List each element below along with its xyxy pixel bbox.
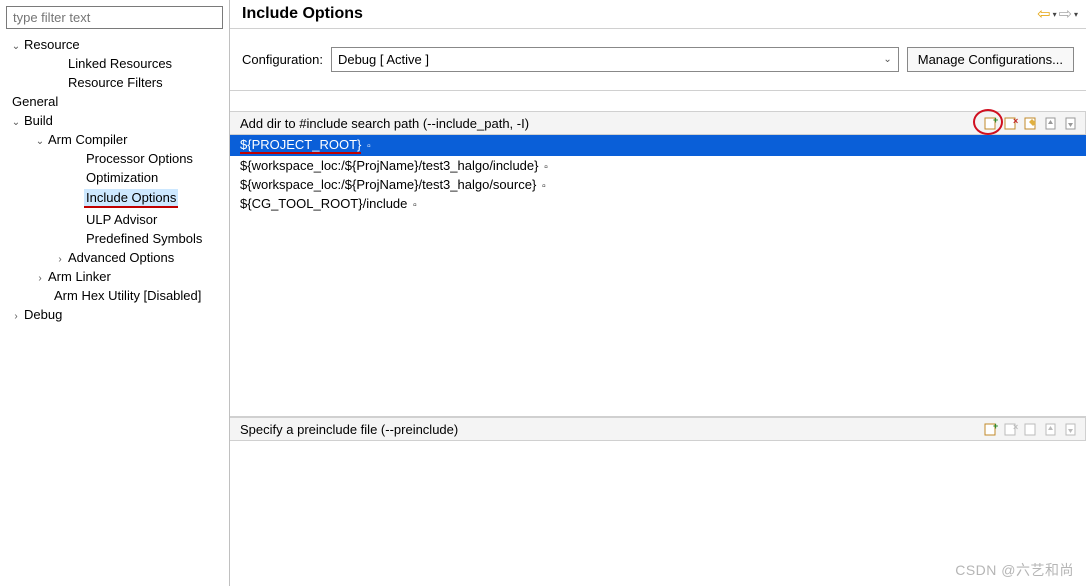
ellipsis-icon: ▫ [361,141,370,152]
delete-icon[interactable]: × [1003,421,1019,437]
tree-item-label: Resource [22,36,82,53]
filter-input[interactable] [6,6,223,29]
chevron-icon[interactable]: › [34,273,46,284]
add-icon[interactable]: + [983,115,999,131]
tree-item-arm-hex-utility-disabled[interactable]: Arm Hex Utility [Disabled] [4,286,229,305]
tree-item-arm-compiler[interactable]: ⌄Arm Compiler [4,130,229,149]
chevron-icon[interactable]: › [10,311,22,322]
tree-item-debug[interactable]: ›Debug [4,305,229,324]
ellipsis-icon: ▫ [538,162,547,173]
tree-item-label: Include Options [84,189,178,208]
tree-item-label: General [10,93,60,110]
chevron-icon[interactable]: ⌄ [10,41,22,52]
back-icon[interactable]: ⇦ [1037,4,1050,24]
list-item[interactable]: ${CG_TOOL_ROOT}/include ▫ [230,194,1086,213]
include-path-section: Add dir to #include search path (--inclu… [230,111,1086,410]
tree-item-label: Arm Compiler [46,131,129,148]
add-icon[interactable]: + [983,421,999,437]
config-value: Debug [ Active ] [338,52,429,67]
forward-menu-icon[interactable]: ▾ [1074,10,1078,19]
tree-item-predefined-symbols[interactable]: Predefined Symbols [4,229,229,248]
move-up-icon[interactable] [1043,421,1059,437]
tree-item-optimization[interactable]: Optimization [4,168,229,187]
tree-item-label: Advanced Options [66,249,176,266]
include-path-list[interactable]: ${PROJECT_ROOT} ▫${workspace_loc:/${Proj… [230,135,1086,410]
include-toolbar: + × [983,115,1079,131]
ellipsis-icon: ▫ [536,181,545,192]
svg-text:+: + [993,422,998,431]
tree-item-ulp-advisor[interactable]: ULP Advisor [4,210,229,229]
include-path-title: Add dir to #include search path (--inclu… [240,116,529,131]
tree-item-advanced-options[interactable]: ›Advanced Options [4,248,229,267]
tree-item-linked-resources[interactable]: Linked Resources [4,54,229,73]
watermark: CSDN @六艺和尚 [955,560,1074,580]
tree-item-label: Predefined Symbols [84,230,204,247]
tree: ⌄ResourceLinked ResourcesResource Filter… [0,35,229,324]
preinclude-title: Specify a preinclude file (--preinclude) [240,422,458,437]
chevron-down-icon: ⌄ [883,54,891,65]
tree-item-label: Linked Resources [66,55,174,72]
svg-text:+: + [993,116,998,125]
list-item[interactable]: ${workspace_loc:/${ProjName}/test3_halgo… [230,175,1086,194]
tree-item-processor-options[interactable]: Processor Options [4,149,229,168]
config-label: Configuration: [242,52,323,67]
list-item-text: ${workspace_loc:/${ProjName}/test3_halgo… [240,158,538,173]
delete-icon[interactable]: × [1003,115,1019,131]
header: Include Options ⇦ ▾ ⇨ ▾ [230,0,1086,29]
list-item[interactable]: ${workspace_loc:/${ProjName}/test3_halgo… [230,156,1086,175]
manage-configurations-button[interactable]: Manage Configurations... [907,47,1074,72]
tree-item-arm-linker[interactable]: ›Arm Linker [4,267,229,286]
tree-item-label: Debug [22,306,64,323]
tree-item-label: Arm Linker [46,268,113,285]
main-panel: Include Options ⇦ ▾ ⇨ ▾ Configuration: D… [230,0,1086,586]
tree-item-build[interactable]: ⌄Build [4,111,229,130]
list-item-text: ${workspace_loc:/${ProjName}/test3_halgo… [240,177,536,192]
list-item-text: ${CG_TOOL_ROOT}/include [240,196,407,211]
svg-text:×: × [1013,116,1018,126]
tree-item-label: Arm Hex Utility [Disabled] [52,287,203,304]
back-menu-icon[interactable]: ▾ [1053,10,1057,19]
preinclude-toolbar: + × [983,421,1079,437]
ellipsis-icon: ▫ [407,200,416,211]
forward-icon[interactable]: ⇨ [1059,4,1072,24]
tree-item-include-options[interactable]: Include Options [4,187,229,210]
chevron-icon[interactable]: ⌄ [34,136,46,147]
page-title: Include Options [242,5,363,23]
tree-item-label: Resource Filters [66,74,165,91]
tree-item-label: Build [22,112,55,129]
edit-icon[interactable] [1023,115,1039,131]
svg-text:×: × [1013,422,1018,432]
preinclude-header: Specify a preinclude file (--preinclude)… [230,417,1086,441]
edit-icon[interactable] [1023,421,1039,437]
chevron-icon[interactable]: › [54,254,66,265]
tree-item-resource[interactable]: ⌄Resource [4,35,229,54]
move-up-icon[interactable] [1043,115,1059,131]
tree-item-label: ULP Advisor [84,211,159,228]
chevron-icon[interactable]: ⌄ [10,117,22,128]
config-row: Configuration: Debug [ Active ] ⌄ Manage… [230,29,1086,91]
tree-item-general[interactable]: General [4,92,229,111]
list-item[interactable]: ${PROJECT_ROOT} ▫ [230,135,1086,156]
move-down-icon[interactable] [1063,421,1079,437]
include-path-header: Add dir to #include search path (--inclu… [230,111,1086,135]
move-down-icon[interactable] [1063,115,1079,131]
config-select[interactable]: Debug [ Active ] ⌄ [331,47,899,72]
tree-item-label: Processor Options [84,150,195,167]
nav-arrows: ⇦ ▾ ⇨ ▾ [1037,4,1078,24]
tree-item-label: Optimization [84,169,160,186]
list-item-text: ${PROJECT_ROOT} [240,137,361,154]
sidebar: ⌄ResourceLinked ResourcesResource Filter… [0,0,230,586]
tree-item-resource-filters[interactable]: Resource Filters [4,73,229,92]
